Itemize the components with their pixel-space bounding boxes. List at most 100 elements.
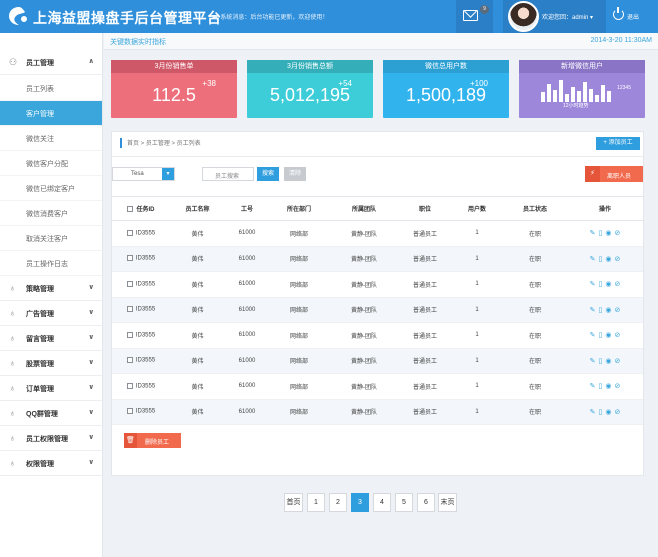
page-2[interactable]: 2 — [329, 493, 347, 512]
trash-icon[interactable]: ▯ — [599, 408, 603, 416]
edit-icon[interactable]: ✎ — [590, 229, 596, 237]
trash-icon[interactable]: ▯ — [599, 280, 603, 288]
page-4[interactable]: 4 — [373, 493, 391, 512]
cell-team: 黄静-团队 — [329, 297, 399, 323]
ban-icon[interactable]: ⊘ — [614, 382, 620, 390]
user-menu[interactable]: 欢迎您回：admin ▾ — [503, 0, 606, 33]
sidebar-item-wechat-assign[interactable]: 微信客户分配 — [0, 151, 102, 176]
sidebar-item-customers[interactable]: 客户管理 — [0, 101, 102, 126]
table-row: ID3555 黄伟 61000 网络部 黄静-团队 普通员工 1 在职 ✎ ▯ ◉ ⊘ — [112, 399, 643, 425]
ban-icon[interactable]: ⊘ — [614, 280, 620, 288]
eye-icon[interactable]: ◉ — [605, 357, 611, 365]
row-checkbox[interactable] — [126, 306, 133, 313]
add-staff-button[interactable]: + 添加员工 — [596, 137, 640, 150]
page-3-current[interactable]: 3 — [351, 493, 369, 512]
eye-icon[interactable]: ◉ — [605, 306, 611, 314]
mini-bar — [559, 80, 563, 102]
cell-department: 网络部 — [269, 322, 329, 349]
row-checkbox[interactable] — [126, 382, 133, 389]
mini-bar — [589, 89, 593, 102]
clear-button[interactable]: 清除 — [284, 167, 306, 181]
sidebar-group-stocks[interactable]: ♁ 股票管理 ∨ — [0, 351, 102, 376]
chevron-down-icon: ∨ — [88, 359, 94, 366]
ban-icon[interactable]: ⊘ — [614, 331, 620, 339]
edit-icon[interactable]: ✎ — [590, 255, 596, 263]
page-last[interactable]: 末页 — [438, 493, 457, 512]
trash-icon[interactable]: ▯ — [599, 306, 603, 314]
row-checkbox[interactable] — [126, 280, 133, 287]
logout-button[interactable]: 退出 — [610, 7, 654, 25]
sidebar-item-staff-list[interactable]: 员工列表 — [0, 76, 102, 101]
cell-position: 普通员工 — [399, 271, 451, 298]
ban-icon[interactable]: ⊘ — [614, 408, 620, 416]
cell-team: 黄静-团队 — [329, 348, 399, 374]
edit-icon[interactable]: ✎ — [590, 408, 596, 416]
edit-icon[interactable]: ✎ — [590, 357, 596, 365]
trash-icon[interactable]: ▯ — [599, 229, 603, 237]
cell-department: 网络部 — [269, 399, 329, 425]
page-first[interactable]: 首页 — [284, 493, 303, 512]
cell-task-id: ID3555 — [112, 297, 170, 323]
table-row: ID3555 黄伟 61000 网络部 黄静-团队 普通员工 1 在职 ✎ ▯ ◉ ⊘ — [112, 348, 643, 374]
cell-number: 61000 — [225, 373, 269, 400]
resigned-staff-button[interactable]: ⚡ 离职人员 — [585, 166, 643, 182]
sidebar-item-unfollow[interactable]: 取消关注客户 — [0, 226, 102, 251]
row-checkbox[interactable] — [126, 357, 133, 364]
page-1[interactable]: 1 — [307, 493, 325, 512]
eye-icon[interactable]: ◉ — [605, 280, 611, 288]
mini-bar — [583, 82, 587, 102]
row-checkbox[interactable] — [126, 408, 133, 415]
row-checkbox[interactable] — [126, 331, 133, 338]
sidebar-group-strategy[interactable]: ♁ 策略管理 ∨ — [0, 276, 102, 301]
sidebar-group-staff[interactable]: ⚇ 员工管理 ∧ — [0, 50, 102, 75]
row-checkbox[interactable] — [126, 255, 133, 262]
search-button[interactable]: 搜索 — [257, 167, 279, 181]
ban-icon[interactable]: ⊘ — [614, 357, 620, 365]
eye-icon[interactable]: ◉ — [605, 408, 611, 416]
team-select[interactable]: Tesa ▾ — [112, 167, 175, 181]
sidebar-group-staff-perm[interactable]: ♁ 员工权限管理 ∨ — [0, 426, 102, 451]
sidebar-item-wechat-consume[interactable]: 微信消费客户 — [0, 201, 102, 226]
breadcrumb: 首页 > 员工管理 > 员工列表 — [120, 138, 201, 148]
mini-bar — [553, 90, 557, 102]
sidebar-group-perm[interactable]: ♁ 权限管理 ∨ — [0, 451, 102, 476]
select-all-checkbox[interactable] — [127, 206, 134, 213]
sidebar-item-wechat-bound[interactable]: 微信已绑定客户 — [0, 176, 102, 201]
eye-icon[interactable]: ◉ — [605, 255, 611, 263]
trash-icon[interactable]: ▯ — [599, 382, 603, 390]
cell-position: 普通员工 — [399, 348, 451, 374]
sidebar-group-orders[interactable]: ♁ 订单管理 ∨ — [0, 376, 102, 401]
edit-icon[interactable]: ✎ — [590, 306, 596, 314]
eye-icon[interactable]: ◉ — [605, 382, 611, 390]
page-6[interactable]: 6 — [417, 493, 435, 512]
chevron-down-icon: ▾ — [590, 15, 594, 21]
cell-user-count: 1 — [451, 271, 503, 298]
sidebar-group-messages[interactable]: ♁ 留言管理 ∨ — [0, 326, 102, 351]
datetime: 2014-3-20 11:30AM — [590, 37, 652, 44]
cell-task-id: ID3555 — [112, 399, 170, 425]
sidebar-group-ads[interactable]: ♁ 广告管理 ∨ — [0, 301, 102, 326]
sidebar-item-op-log[interactable]: 员工操作日志 — [0, 251, 102, 276]
cell-department: 网络部 — [269, 348, 329, 374]
staff-search-input[interactable]: 员工搜索 — [202, 167, 254, 181]
ban-icon[interactable]: ⊘ — [614, 229, 620, 237]
trash-icon[interactable]: ▯ — [599, 357, 603, 365]
trash-icon[interactable]: ▯ — [599, 331, 603, 339]
eye-icon[interactable]: ◉ — [605, 229, 611, 237]
trash-icon[interactable]: ▯ — [599, 255, 603, 263]
col-department: 所在部门 — [269, 196, 329, 221]
sidebar-item-wechat-follow[interactable]: 微信关注 — [0, 126, 102, 151]
edit-icon[interactable]: ✎ — [590, 280, 596, 288]
cell-task-id: ID3555 — [112, 246, 170, 272]
edit-icon[interactable]: ✎ — [590, 331, 596, 339]
ban-icon[interactable]: ⊘ — [614, 255, 620, 263]
page-5[interactable]: 5 — [395, 493, 413, 512]
sidebar-group-qq[interactable]: ♁ QQ群管理 ∨ — [0, 401, 102, 426]
row-checkbox[interactable] — [126, 229, 133, 236]
mail-button[interactable]: 9 — [456, 0, 493, 33]
kpi-delta: +38 — [202, 79, 216, 88]
eye-icon[interactable]: ◉ — [605, 331, 611, 339]
delete-staff-button[interactable]: 🗑 删除员工 — [124, 433, 181, 448]
ban-icon[interactable]: ⊘ — [614, 306, 620, 314]
edit-icon[interactable]: ✎ — [590, 382, 596, 390]
